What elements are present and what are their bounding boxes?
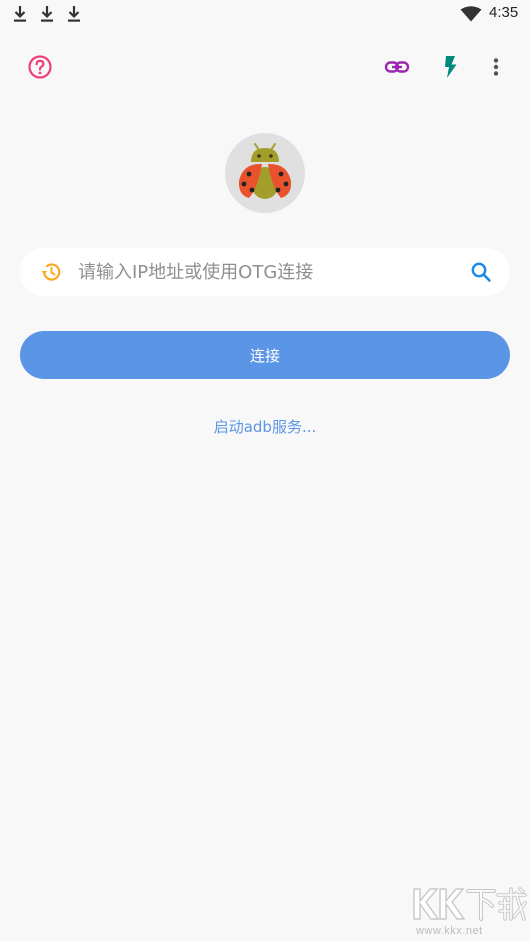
more-options-button[interactable]	[480, 51, 512, 83]
status-time: 4:35	[489, 4, 519, 21]
history-icon[interactable]	[39, 260, 63, 284]
link-icon	[384, 61, 410, 73]
link-button[interactable]	[381, 51, 413, 83]
flash-icon	[445, 56, 457, 78]
ip-address-input[interactable]	[78, 258, 458, 286]
download-icon	[14, 6, 26, 22]
app-logo	[225, 133, 305, 213]
watermark: www.kkx.net	[410, 885, 528, 939]
kk-download-logo	[413, 887, 527, 921]
help-circle-icon	[28, 55, 52, 79]
status-bar: 4:35	[0, 0, 530, 30]
download-icon	[68, 6, 80, 22]
watermark-url: www.kkx.net	[416, 925, 483, 937]
help-button[interactable]	[24, 51, 56, 83]
search-icon[interactable]	[469, 260, 493, 284]
more-vert-icon	[493, 58, 499, 76]
flash-button[interactable]	[434, 51, 466, 83]
ip-search-box	[20, 248, 510, 296]
wifi-icon	[460, 6, 482, 22]
start-adb-service-link[interactable]: 启动adb服务...	[0, 416, 530, 437]
download-icon	[41, 6, 53, 22]
ladybug-android-logo	[238, 143, 292, 199]
connect-button[interactable]: 连接	[20, 331, 510, 379]
